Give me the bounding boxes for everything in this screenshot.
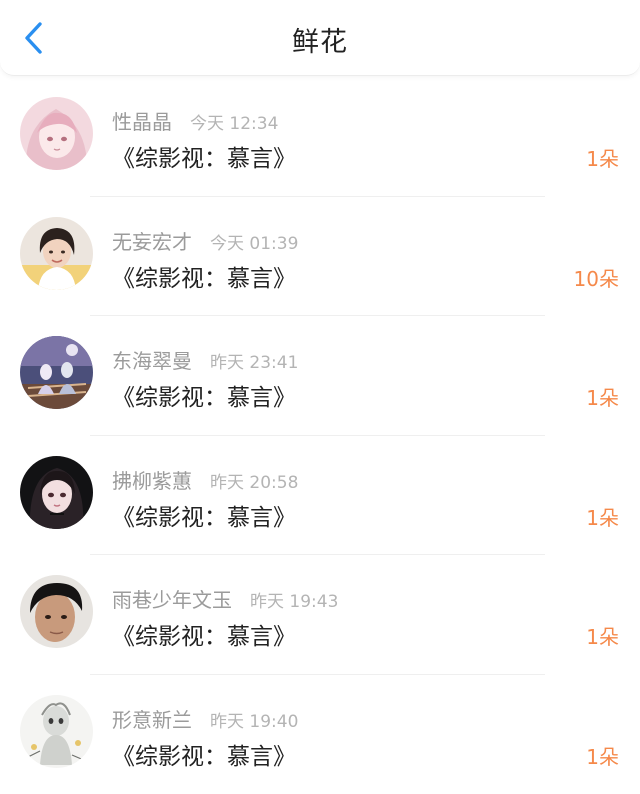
top-bar: 鲜花 [0,0,640,76]
page-title: 鲜花 [0,20,640,59]
timestamp: 昨天 19:40 [210,707,298,732]
flower-count: 1朵 [586,143,619,172]
list-item[interactable]: 雨巷少年文玉 昨天 19:43 《综影视：慕言》 1朵 [0,555,640,675]
user-name[interactable]: 东海翠曼 [112,345,192,374]
avatar[interactable] [20,336,93,409]
user-name[interactable]: 性晶晶 [112,106,172,135]
book-title[interactable]: 《综影视：慕言》 [112,259,296,293]
meta: 拂柳紫蕙 昨天 20:58 [112,465,298,489]
meta: 性晶晶 今天 12:34 [112,106,278,130]
book-title[interactable]: 《综影视：慕言》 [112,737,296,771]
timestamp: 昨天 19:43 [250,587,338,612]
flower-record-list: 性晶晶 今天 12:34 《综影视：慕言》 1朵 无妄宏才 今天 01:39 《… [0,77,640,794]
timestamp: 今天 12:34 [190,109,278,134]
book-title[interactable]: 《综影视：慕言》 [112,378,296,412]
list-item[interactable]: 拂柳紫蕙 昨天 20:58 《综影视：慕言》 1朵 [0,436,640,556]
book-title[interactable]: 《综影视：慕言》 [112,617,296,651]
user-name[interactable]: 雨巷少年文玉 [112,584,232,613]
book-title[interactable]: 《综影视：慕言》 [112,139,296,173]
list-item[interactable]: 性晶晶 今天 12:34 《综影视：慕言》 1朵 [0,77,640,197]
avatar[interactable] [20,97,93,170]
avatar[interactable] [20,217,93,290]
flower-count: 1朵 [586,741,619,770]
user-name[interactable]: 形意新兰 [112,704,192,733]
meta: 无妄宏才 今天 01:39 [112,226,298,250]
list-item[interactable]: 东海翠曼 昨天 23:41 《综影视：慕言》 1朵 [0,316,640,436]
timestamp: 今天 01:39 [210,229,298,254]
meta: 形意新兰 昨天 19:40 [112,704,298,728]
avatar[interactable] [20,575,93,648]
flower-count: 10朵 [574,263,619,292]
avatar[interactable] [20,456,93,529]
timestamp: 昨天 23:41 [210,348,298,373]
flower-count: 1朵 [586,382,619,411]
avatar[interactable] [20,695,93,768]
user-name[interactable]: 无妄宏才 [112,226,192,255]
flower-count: 1朵 [586,621,619,650]
timestamp: 昨天 20:58 [210,468,298,493]
list-item[interactable]: 无妄宏才 今天 01:39 《综影视：慕言》 10朵 [0,197,640,317]
meta: 东海翠曼 昨天 23:41 [112,345,298,369]
user-name[interactable]: 拂柳紫蕙 [112,465,192,494]
book-title[interactable]: 《综影视：慕言》 [112,498,296,532]
list-item[interactable]: 形意新兰 昨天 19:40 《综影视：慕言》 1朵 [0,675,640,794]
meta: 雨巷少年文玉 昨天 19:43 [112,584,338,608]
flower-count: 1朵 [586,502,619,531]
